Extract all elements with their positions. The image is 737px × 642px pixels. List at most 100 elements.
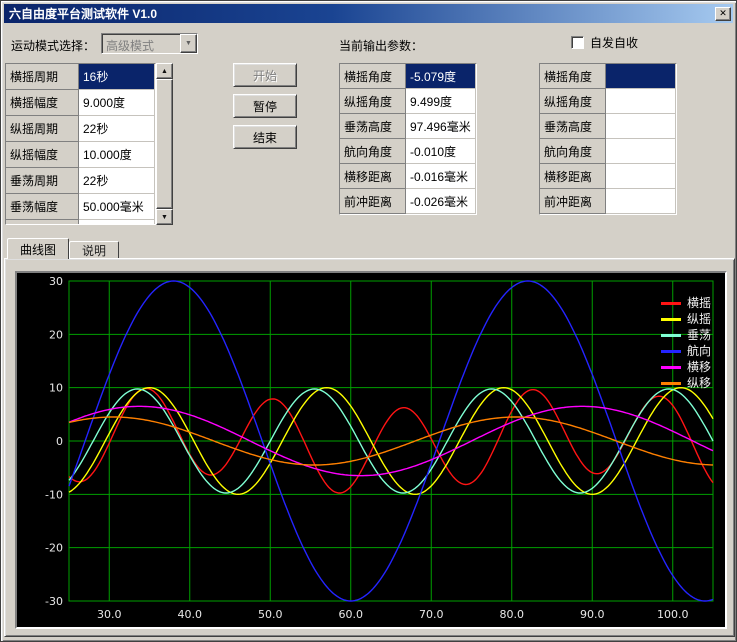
echo-value-cell[interactable] <box>606 89 676 114</box>
window-title: 六自由度平台测试软件 V1.0 <box>9 5 157 22</box>
table-row: 横摇角度 -5.079度 <box>340 64 476 89</box>
legend-label: 横移 <box>687 361 711 373</box>
checkbox-box[interactable] <box>571 36 584 49</box>
legend-item: 纵移 <box>661 377 711 389</box>
output-name-cell: 前冲距离 <box>340 189 406 214</box>
mode-select-dropdown[interactable]: 高级模式 ▼ <box>101 33 198 54</box>
param-name-cell: 垂荡周期 <box>6 168 79 194</box>
legend-item: 垂荡 <box>661 329 711 341</box>
table-row: 航向角度 <box>540 139 676 164</box>
svg-text:70.0: 70.0 <box>419 608 444 621</box>
loopback-label: 自发自收 <box>590 34 638 51</box>
param-name-cell: 横摇周期 <box>6 64 79 90</box>
echo-name-cell: 纵摇角度 <box>540 89 606 114</box>
mode-select-value: 高级模式 <box>102 34 180 53</box>
table-row-partial <box>6 220 155 225</box>
scroll-down-arrow-icon[interactable]: ▼ <box>156 209 173 225</box>
dropdown-arrow-icon[interactable]: ▼ <box>180 34 197 53</box>
output-value-cell[interactable]: -0.016毫米 <box>406 164 476 189</box>
param-value-cell[interactable]: 16秒 <box>79 64 155 90</box>
svg-text:-30: -30 <box>45 595 63 608</box>
param-value-cell <box>79 220 155 225</box>
param-name-cell: 纵摇幅度 <box>6 142 79 168</box>
output-value-cell[interactable]: -0.010度 <box>406 139 476 164</box>
output-value-cell[interactable]: 97.496毫米 <box>406 114 476 139</box>
output-params-label: 当前输出参数： <box>339 37 423 54</box>
scrollbar-thumb[interactable] <box>156 79 173 209</box>
echo-value-cell[interactable] <box>606 164 676 189</box>
echo-value-cell[interactable] <box>606 64 676 89</box>
legend-label: 纵摇 <box>687 313 711 325</box>
pause-button[interactable]: 暂停 <box>233 94 297 118</box>
legend-label: 航向 <box>687 345 711 357</box>
legend-item: 横移 <box>661 361 711 373</box>
chart-legend: 横摇纵摇垂荡航向横移纵移 <box>661 297 711 389</box>
mode-select-label: 运动模式选择： <box>11 37 95 54</box>
echo-name-cell: 航向角度 <box>540 139 606 164</box>
legend-label: 垂荡 <box>687 329 711 341</box>
svg-text:10: 10 <box>49 382 63 395</box>
legend-item: 纵摇 <box>661 313 711 325</box>
output-name-cell: 航向角度 <box>340 139 406 164</box>
output-value-cell[interactable]: 9.499度 <box>406 89 476 114</box>
tab-help[interactable]: 说明 <box>69 241 119 258</box>
param-table-scrollbar[interactable]: ▲ ▼ <box>156 63 173 225</box>
output-value-cell[interactable]: -0.026毫米 <box>406 189 476 214</box>
stop-button[interactable]: 结束 <box>233 125 297 149</box>
tab-curve-chart[interactable]: 曲线图 <box>7 238 69 259</box>
param-value-cell[interactable]: 10.000度 <box>79 142 155 168</box>
table-row: 前冲距离 <box>540 189 676 214</box>
table-row: 垂荡幅度 50.000毫米 <box>6 194 155 220</box>
table-row: 垂荡高度 97.496毫米 <box>340 114 476 139</box>
loopback-checkbox[interactable]: 自发自收 <box>571 34 638 51</box>
title-bar[interactable]: 六自由度平台测试软件 V1.0 ✕ <box>4 4 733 23</box>
echo-value-cell[interactable] <box>606 139 676 164</box>
param-name-cell: 垂荡幅度 <box>6 194 79 220</box>
scroll-up-arrow-icon[interactable]: ▲ <box>156 63 173 79</box>
table-row: 纵摇周期 22秒 <box>6 116 155 142</box>
curve-chart: -30-20-10010203030.040.050.060.070.080.0… <box>17 273 725 627</box>
param-value-cell[interactable]: 50.000毫米 <box>79 194 155 220</box>
echo-name-cell: 垂荡高度 <box>540 114 606 139</box>
close-button[interactable]: ✕ <box>715 7 731 21</box>
svg-text:0: 0 <box>56 435 63 448</box>
echo-value-cell[interactable] <box>606 189 676 214</box>
param-name-cell: 横摇幅度 <box>6 90 79 116</box>
legend-swatch <box>661 334 681 337</box>
start-button[interactable]: 开始 <box>233 63 297 87</box>
param-value-cell[interactable]: 22秒 <box>79 116 155 142</box>
output-value-cell[interactable]: -5.079度 <box>406 64 476 89</box>
table-row: 横摇幅度 9.000度 <box>6 90 155 116</box>
echo-name-cell: 横摇角度 <box>540 64 606 89</box>
svg-text:-20: -20 <box>45 542 63 555</box>
echo-name-cell: 前冲距离 <box>540 189 606 214</box>
param-name-cell: 纵摇周期 <box>6 116 79 142</box>
param-value-cell[interactable]: 22秒 <box>79 168 155 194</box>
echo-name-cell: 横移距离 <box>540 164 606 189</box>
svg-text:60.0: 60.0 <box>339 608 364 621</box>
current-output-table: 横摇角度 -5.079度 纵摇角度 9.499度 垂荡高度 97.496毫米 航… <box>339 63 477 215</box>
echo-value-cell[interactable] <box>606 114 676 139</box>
table-row: 前冲距离 -0.026毫米 <box>340 189 476 214</box>
table-row: 垂荡周期 22秒 <box>6 168 155 194</box>
motion-param-table: 横摇周期 16秒 横摇幅度 9.000度 纵摇周期 22秒 纵摇幅度 10.00… <box>5 63 156 225</box>
legend-swatch <box>661 366 681 369</box>
legend-item: 横摇 <box>661 297 711 309</box>
echo-table: 横摇角度 纵摇角度 垂荡高度 航向角度 横移距离 前冲距离 <box>539 63 677 215</box>
output-name-cell: 垂荡高度 <box>340 114 406 139</box>
legend-label: 纵移 <box>687 377 711 389</box>
svg-text:90.0: 90.0 <box>580 608 605 621</box>
svg-text:40.0: 40.0 <box>178 608 203 621</box>
legend-label: 横摇 <box>687 297 711 309</box>
svg-text:30.0: 30.0 <box>97 608 122 621</box>
svg-text:30: 30 <box>49 275 63 288</box>
close-icon: ✕ <box>719 8 727 18</box>
table-row: 横移距离 <box>540 164 676 189</box>
svg-text:80.0: 80.0 <box>500 608 525 621</box>
svg-text:50.0: 50.0 <box>258 608 283 621</box>
legend-swatch <box>661 318 681 321</box>
output-name-cell: 横移距离 <box>340 164 406 189</box>
param-value-cell[interactable]: 9.000度 <box>79 90 155 116</box>
tab-label: 曲线图 <box>20 241 56 258</box>
table-row: 纵摇角度 9.499度 <box>340 89 476 114</box>
